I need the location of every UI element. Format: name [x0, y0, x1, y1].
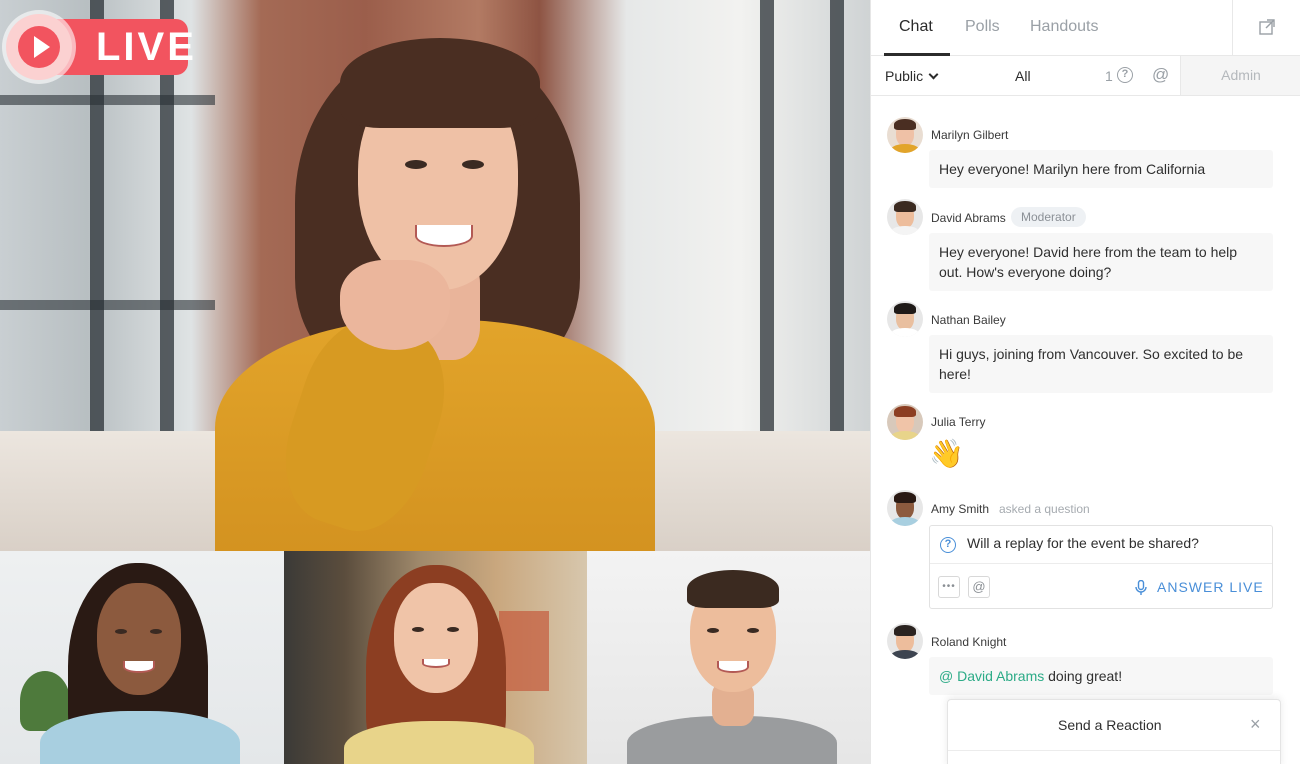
question-card: ? Will a replay for the event be shared?… [929, 525, 1273, 609]
close-icon[interactable]: × [1250, 714, 1261, 735]
mention-link[interactable]: @ David Abrams [939, 668, 1044, 684]
message-text: Hi guys, joining from Vancouver. So exci… [929, 335, 1273, 393]
reaction-panel-title: Send a Reaction [1058, 717, 1162, 733]
avatar[interactable] [887, 404, 923, 440]
at-icon[interactable]: @ [1152, 65, 1169, 85]
mention-button[interactable]: @ [968, 576, 990, 598]
video-grid: LIVE [0, 0, 870, 764]
avatar[interactable] [887, 117, 923, 153]
question-text: Will a replay for the event be shared? [967, 535, 1199, 551]
message-text: @ David Abrams doing great! [929, 657, 1273, 695]
question-note: asked a question [999, 502, 1090, 516]
avatar[interactable] [887, 301, 923, 337]
message-author[interactable]: Marilyn Gilbert [931, 128, 1008, 142]
message-author[interactable]: Roland Knight [931, 635, 1006, 649]
participant-video [627, 566, 837, 764]
tab-chat[interactable]: Chat [899, 18, 933, 36]
video-tile-1[interactable] [0, 551, 284, 764]
avatar[interactable] [887, 623, 923, 659]
play-icon [6, 14, 72, 80]
live-badge: LIVE [6, 14, 194, 80]
participant-video [344, 561, 534, 764]
visibility-label: Public [885, 68, 924, 84]
tab-bar: Chat Polls Handouts [871, 0, 1300, 56]
main-video-feed[interactable] [0, 0, 870, 551]
video-tile-2[interactable] [284, 551, 587, 764]
question-icon[interactable]: ? [1117, 67, 1133, 83]
tab-polls[interactable]: Polls [965, 18, 1000, 36]
question-icon: ? [940, 537, 956, 553]
reaction-panel: Send a Reaction × [947, 699, 1281, 764]
message-text: Hey everyone! Marilyn here from Californ… [929, 150, 1273, 188]
more-options-button[interactable]: ••• [938, 576, 960, 598]
external-link-icon [1259, 19, 1275, 35]
message-text: Hey everyone! David here from the team t… [929, 233, 1273, 291]
microphone-icon [1135, 580, 1147, 595]
video-tile-3[interactable] [587, 551, 870, 764]
questions-count[interactable]: 1 [1105, 68, 1113, 84]
answer-live-label: ANSWER LIVE [1157, 579, 1264, 595]
tab-handouts[interactable]: Handouts [1030, 18, 1099, 36]
answer-live-button[interactable]: ANSWER LIVE [1135, 576, 1264, 598]
chevron-down-icon [928, 69, 939, 80]
popout-button[interactable] [1232, 0, 1300, 56]
wave-emoji: 👋 [929, 438, 964, 469]
visibility-dropdown[interactable]: Public [885, 68, 939, 84]
message-author[interactable]: Nathan Bailey [931, 313, 1006, 327]
chat-panel: Chat Polls Handouts Public All 1 ? @ Adm… [870, 0, 1300, 764]
message-author[interactable]: Amy Smith [931, 502, 989, 516]
main-speaker [200, 20, 670, 551]
avatar[interactable] [887, 199, 923, 235]
moderator-badge: Moderator [1011, 207, 1086, 227]
filter-all[interactable]: All [1015, 68, 1031, 84]
avatar[interactable] [887, 490, 923, 526]
chat-filter-bar: Public All 1 ? @ Admin [871, 56, 1300, 96]
message-author[interactable]: Julia Terry [931, 415, 985, 429]
message-body: doing great! [1044, 668, 1123, 684]
filter-admin[interactable]: Admin [1180, 56, 1300, 95]
message-author[interactable]: David Abrams [931, 211, 1006, 225]
participant-video [40, 561, 240, 764]
